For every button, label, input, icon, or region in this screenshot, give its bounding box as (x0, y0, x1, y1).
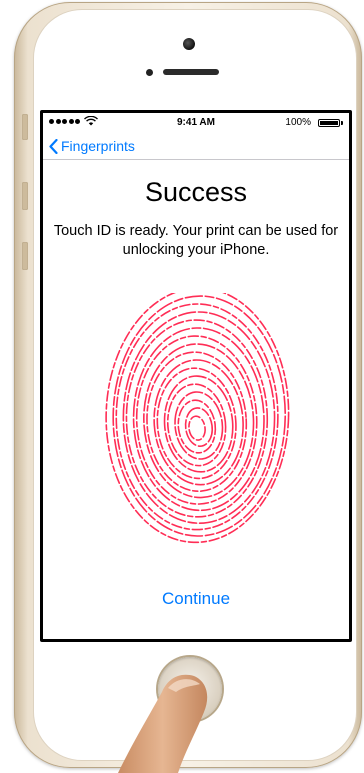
success-message: Touch ID is ready. Your print can be use… (53, 223, 339, 258)
chevron-left-icon (49, 138, 58, 154)
status-bar: 9:41 AM 100% (43, 113, 349, 133)
battery-tip (341, 121, 343, 125)
earpiece-speaker (163, 69, 219, 75)
back-button-label: Fingerprints (61, 138, 135, 154)
finger-illustration (118, 674, 208, 773)
continue-button[interactable]: Continue (43, 589, 349, 609)
page-title: Success (144, 177, 248, 207)
mute-switch (22, 114, 28, 140)
back-button[interactable]: Fingerprints (49, 138, 135, 154)
battery-percentage: 100% (285, 117, 311, 128)
volume-up-button (22, 182, 28, 210)
front-camera (183, 38, 195, 50)
navigation-bar: Fingerprints (43, 133, 349, 160)
volume-down-button (22, 242, 28, 270)
device-screen: 9:41 AM 100% Fingerprints Success Touch … (40, 110, 352, 642)
screen-content: 9:41 AM 100% Fingerprints Success Touch … (43, 113, 349, 639)
fingerprint-icon (105, 293, 290, 544)
proximity-sensor (146, 69, 153, 76)
battery-icon (318, 119, 340, 127)
